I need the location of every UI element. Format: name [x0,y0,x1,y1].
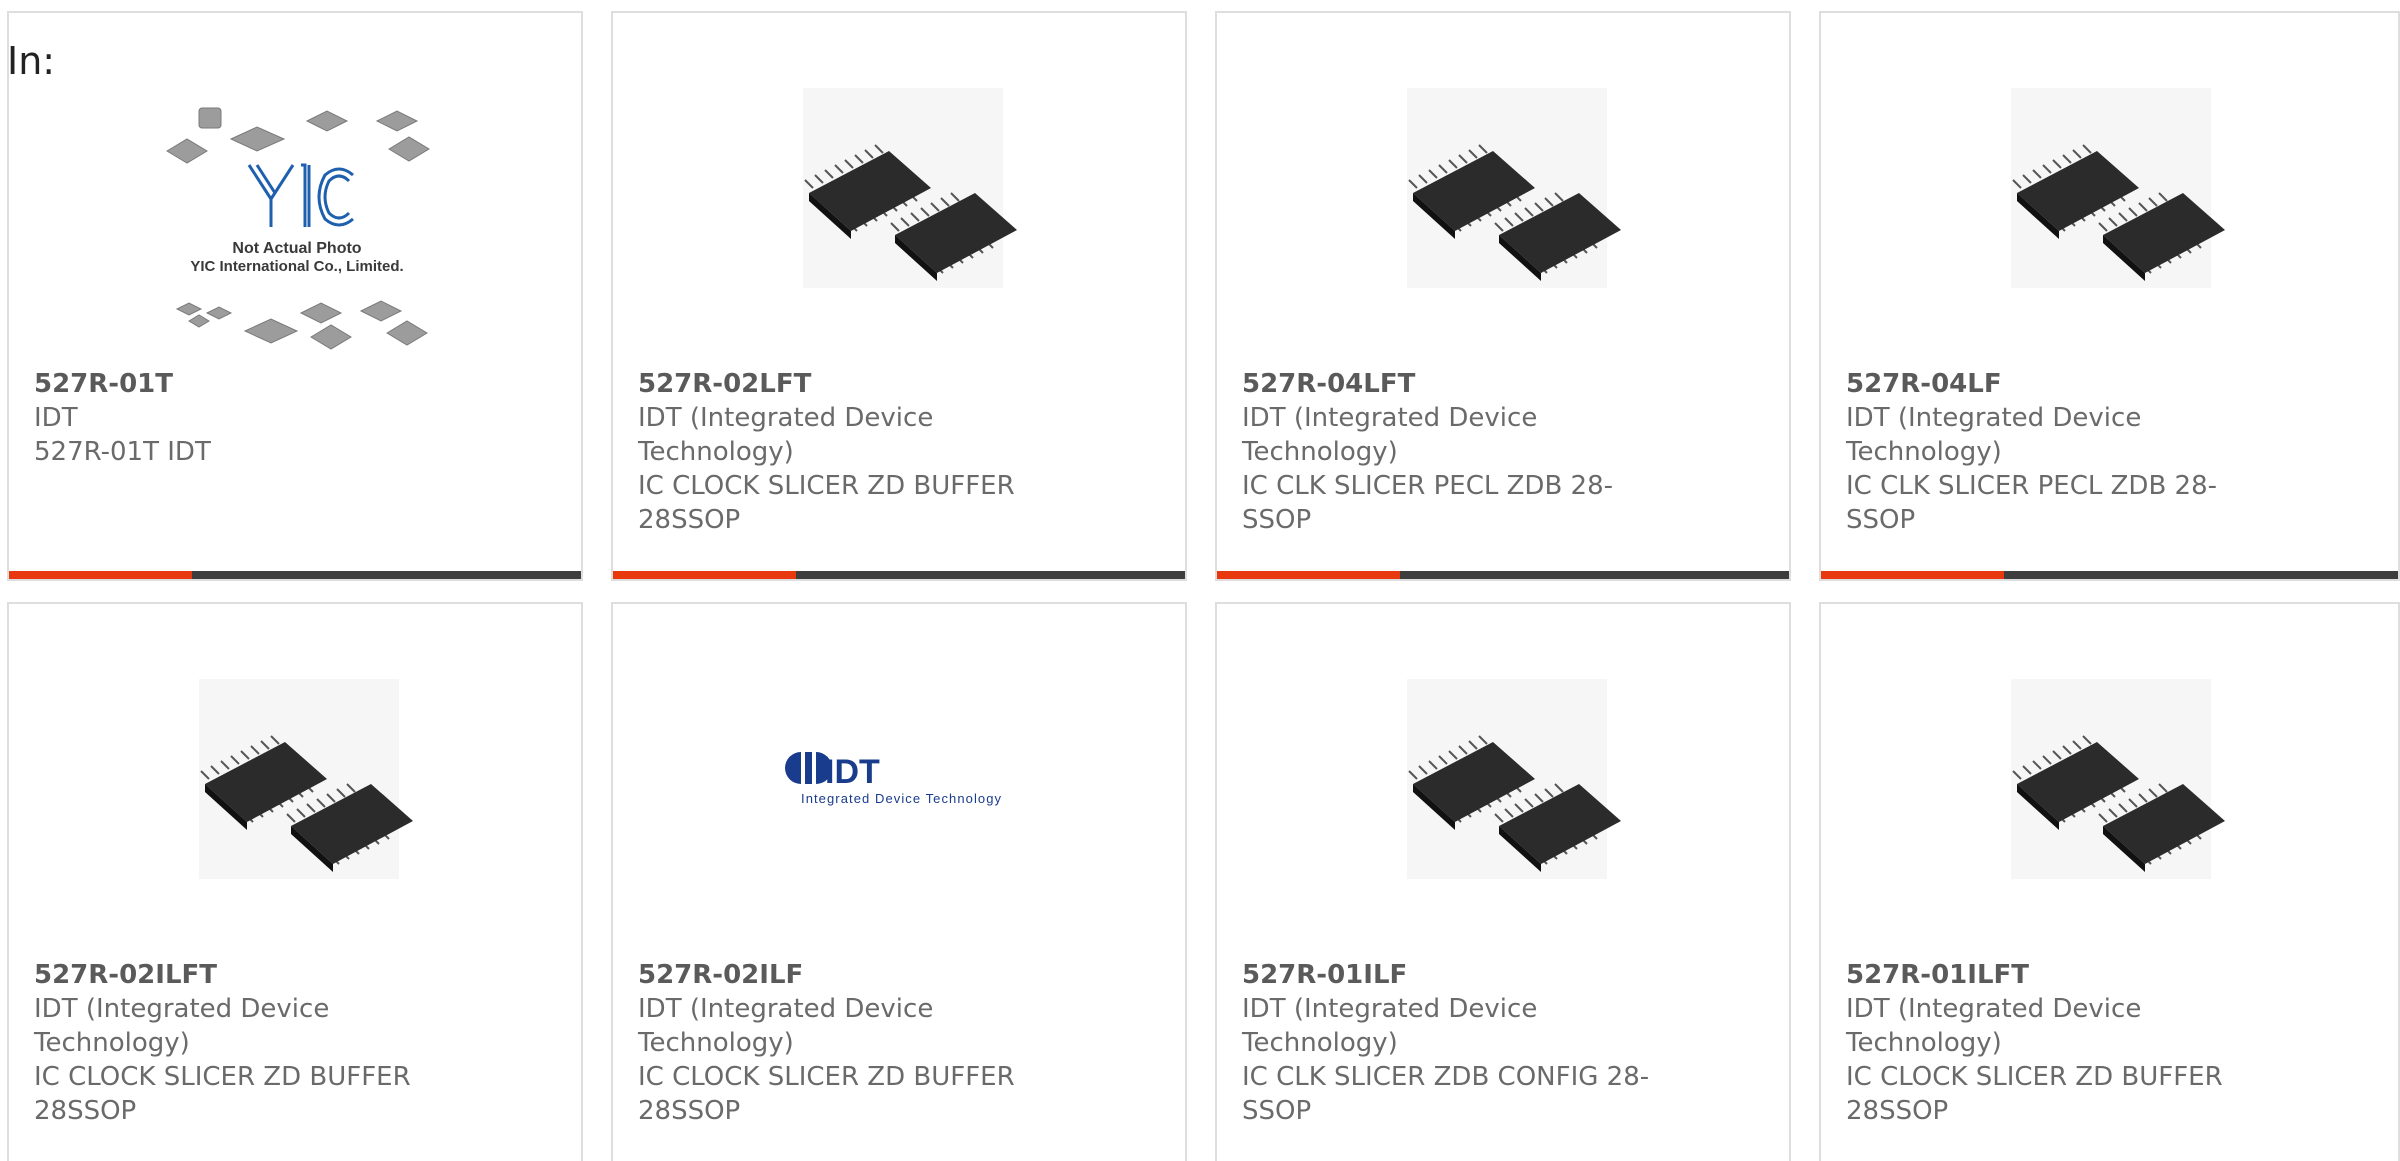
description-label: 527R-01T IDT [34,437,211,467]
product-thumbnail[interactable]: Not Actual Photo YIC International Co., … [9,13,581,358]
part-number-link[interactable]: 527R-02ILFT [34,958,464,992]
product-info: 527R-04LF IDT (Integrated Device Technol… [1846,367,2276,537]
product-thumbnail[interactable] [1821,13,2398,358]
yic-logo [247,163,354,227]
description-label: IC CLK SLICER PECL ZDB 28-SSOP [1242,471,1614,535]
manufacturer-label: IDT (Integrated Device Technology) [638,403,934,467]
idt-logo-text: IDT [825,753,880,791]
product-info: 527R-02LFT IDT (Integrated Device Techno… [638,367,1068,537]
product-grid-page: In: Not Actual Photo YIC International C… [0,0,2400,1161]
product-card[interactable]: 527R-02LFT IDT (Integrated Device Techno… [611,11,1187,581]
product-info: 527R-04LFT IDT (Integrated Device Techno… [1242,367,1672,537]
product-info: 527R-01ILF IDT (Integrated Device Techno… [1242,958,1672,1128]
product-card[interactable]: 527R-04LF IDT (Integrated Device Technol… [1819,11,2400,581]
placeholder-line-2: YIC International Co., Limited. [190,258,403,275]
product-card[interactable]: IDT Integrated Device Technology 527R-02… [611,602,1187,1161]
manufacturer-label: IDT (Integrated Device Technology) [638,994,934,1058]
product-thumbnail[interactable] [1217,13,1789,358]
product-card[interactable]: 527R-01ILF IDT (Integrated Device Techno… [1215,602,1791,1161]
idt-logo-subtitle: Integrated Device Technology [801,791,1002,806]
manufacturer-label: IDT (Integrated Device Technology) [1242,403,1538,467]
card-bottom-bar [613,571,1185,579]
product-thumbnail[interactable] [1217,604,1789,949]
product-card[interactable]: Not Actual Photo YIC International Co., … [7,11,583,581]
manufacturer-label: IDT (Integrated Device Technology) [1242,994,1538,1058]
part-number-link[interactable]: 527R-04LFT [1242,367,1672,401]
part-number-link[interactable]: 527R-02LFT [638,367,1068,401]
part-number-link[interactable]: 527R-02ILF [638,958,1068,992]
card-bottom-bar [9,571,581,579]
manufacturer-label: IDT (Integrated Device Technology) [1846,403,2142,467]
product-info: 527R-01T IDT 527R-01T IDT [34,367,464,469]
card-bottom-bar [1821,571,2398,579]
description-label: IC CLOCK SLICER ZD BUFFER 28SSOP [638,471,1015,535]
manufacturer-label: IDT [34,403,78,433]
part-number-link[interactable]: 527R-01ILF [1242,958,1672,992]
product-thumbnail[interactable] [1821,604,2398,949]
description-label: IC CLK SLICER ZDB CONFIG 28-SSOP [1242,1062,1650,1126]
product-thumbnail[interactable] [9,604,581,949]
product-info: 527R-02ILF IDT (Integrated Device Techno… [638,958,1068,1128]
manufacturer-label: IDT (Integrated Device Technology) [1846,994,2142,1058]
product-info: 527R-01ILFT IDT (Integrated Device Techn… [1846,958,2276,1128]
card-bottom-bar [1217,571,1789,579]
product-thumbnail[interactable] [613,13,1185,358]
description-label: IC CLK SLICER PECL ZDB 28-SSOP [1846,471,2218,535]
product-card[interactable]: 527R-04LFT IDT (Integrated Device Techno… [1215,11,1791,581]
product-card[interactable]: 527R-01ILFT IDT (Integrated Device Techn… [1819,602,2400,1161]
product-thumbnail[interactable]: IDT Integrated Device Technology [613,604,1185,949]
part-number-link[interactable]: 527R-01ILFT [1846,958,2276,992]
description-label: IC CLOCK SLICER ZD BUFFER 28SSOP [638,1062,1015,1126]
part-number-link[interactable]: 527R-04LF [1846,367,2276,401]
manufacturer-label: IDT (Integrated Device Technology) [34,994,330,1058]
product-card[interactable]: 527R-02ILFT IDT (Integrated Device Techn… [7,602,583,1161]
part-number-link[interactable]: 527R-01T [34,367,464,401]
placeholder-line-1: Not Actual Photo [232,240,361,257]
idt-logo-icon: IDT Integrated Device Technology [785,752,1002,806]
description-label: IC CLOCK SLICER ZD BUFFER 28SSOP [1846,1062,2223,1126]
description-label: IC CLOCK SLICER ZD BUFFER 28SSOP [34,1062,411,1126]
in-label: In: [7,39,56,83]
product-info: 527R-02ILFT IDT (Integrated Device Techn… [34,958,464,1128]
